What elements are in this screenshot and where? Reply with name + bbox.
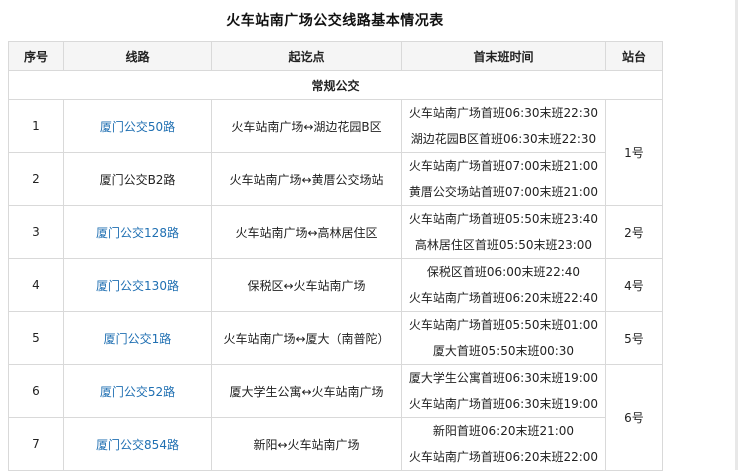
time-line: 火车站南广场首班05:50末班01:00 [408,318,599,332]
endpoints-cell: 新阳↔火车站南广场 [211,417,402,471]
time-line: 湖边花园B区首班06:30末班22:30 [410,132,597,146]
route-link[interactable]: 厦门公交1路 [104,332,172,346]
row-no: 4 [8,258,64,312]
row-no: 6 [8,364,64,418]
row-no: 1 [8,99,64,153]
col-header-endpoints: 起讫点 [211,41,402,71]
route-name: 厦门公交B2路 [99,172,176,187]
header-row: 序号 线路 起讫点 首末班时间 站台 [8,41,663,71]
table-row: 2 厦门公交B2路 火车站南广场↔黄厝公交场站 火车站南广场首班07:00末班2… [8,152,663,206]
times-cell: 火车站南广场首班07:00末班21:00 黄厝公交场站首班07:00末班21:0… [401,152,606,206]
col-header-route: 线路 [63,41,212,71]
times-cell: 保税区首班06:00末班22:40 火车站南广场首班06:20末班22:40 [401,258,606,312]
table-row: 1 厦门公交50路 火车站南广场↔湖边花园B区 火车站南广场首班06:30末班2… [8,99,663,206]
row-no: 5 [8,311,64,365]
endpoints-cell: 保税区↔火车站南广场 [211,258,402,312]
table-row: 3 厦门公交128路 火车站南广场↔高林居住区 火车站南广场首班05:50末班2… [8,205,663,259]
times-cell: 火车站南广场首班05:50末班01:00 厦大首班05:50末班00:30 [401,311,606,365]
times-cell: 新阳首班06:20末班21:00 火车站南广场首班06:20末班22:00 [401,417,606,471]
stop-cell: 2号 [605,205,663,259]
table-row: 5 厦门公交1路 火车站南广场↔厦大（南普陀） 火车站南广场首班05:50末班0… [8,311,663,365]
endpoints-cell: 火车站南广场↔黄厝公交场站 [211,152,402,206]
times-cell: 厦大学生公寓首班06:30末班19:00 火车站南广场首班06:30末班19:0… [401,364,606,418]
route-cell: 厦门公交854路 [63,417,212,471]
row-no: 7 [8,417,64,471]
col-header-stop: 站台 [605,41,663,71]
route-cell: 厦门公交130路 [63,258,212,312]
row-no: 2 [8,152,64,206]
row-no: 3 [8,205,64,259]
time-line: 火车站南广场首班06:30末班19:00 [408,397,599,411]
page: 火车站南广场公交线路基本情况表 序号 线路 起讫点 首末班时间 站台 常规公交 [0,0,738,471]
route-cell: 厦门公交52路 [63,364,212,418]
time-line: 新阳首班06:20末班21:00 [432,424,575,438]
time-line: 高林居住区首班05:50末班23:00 [414,238,593,252]
stop-cell: 6号 [605,364,663,471]
table-row: 4 厦门公交130路 保税区↔火车站南广场 保税区首班06:00末班22:40 … [8,258,663,312]
bus-routes-table: 序号 线路 起讫点 首末班时间 站台 常规公交 1 厦门公交50路 火车站南广场… [8,41,663,471]
endpoints-cell: 厦大学生公寓↔火车站南广场 [211,364,402,418]
route-link[interactable]: 厦门公交128路 [96,226,179,240]
route-link[interactable]: 厦门公交130路 [96,279,179,293]
time-line: 火车站南广场首班05:50末班23:40 [408,212,599,226]
table-row: 6 厦门公交52路 厦大学生公寓↔火车站南广场 厦大学生公寓首班06:30末班1… [8,364,663,471]
section-row: 常规公交 [8,70,663,100]
time-line: 厦大首班05:50末班00:30 [432,344,575,358]
stop-cell: 5号 [605,311,663,365]
stop-cell: 1号 [605,99,663,206]
endpoints-cell: 火车站南广场↔厦大（南普陀） [211,311,402,365]
route-link[interactable]: 厦门公交52路 [100,385,175,399]
time-line: 黄厝公交场站首班07:00末班21:00 [408,185,599,199]
time-line: 保税区首班06:00末班22:40 [426,265,581,279]
route-link[interactable]: 厦门公交854路 [96,438,179,452]
endpoints-cell: 火车站南广场↔湖边花园B区 [211,99,402,153]
col-header-no: 序号 [8,41,64,71]
route-cell: 厦门公交128路 [63,205,212,259]
table-title: 火车站南广场公交线路基本情况表 [226,13,444,29]
time-line: 厦大学生公寓首班06:30末班19:00 [408,371,599,385]
stop-cell: 4号 [605,258,663,312]
times-cell: 火车站南广场首班05:50末班23:40 高林居住区首班05:50末班23:00 [401,205,606,259]
route-cell: 厦门公交B2路 [63,152,212,206]
table-row: 7 厦门公交854路 新阳↔火车站南广场 新阳首班06:20末班21:00 火车… [8,417,663,471]
route-link[interactable]: 厦门公交50路 [100,120,175,134]
section-title: 常规公交 [8,70,663,100]
col-header-times: 首末班时间 [401,41,606,71]
times-cell: 火车站南广场首班06:30末班22:30 湖边花园B区首班06:30末班22:3… [401,99,606,153]
route-cell: 厦门公交1路 [63,311,212,365]
time-line: 火车站南广场首班07:00末班21:00 [408,159,599,173]
route-cell: 厦门公交50路 [63,99,212,153]
endpoints-cell: 火车站南广场↔高林居住区 [211,205,402,259]
time-line: 火车站南广场首班06:20末班22:00 [408,450,599,464]
time-line: 火车站南广场首班06:20末班22:40 [408,291,599,305]
time-line: 火车站南广场首班06:30末班22:30 [408,106,599,120]
